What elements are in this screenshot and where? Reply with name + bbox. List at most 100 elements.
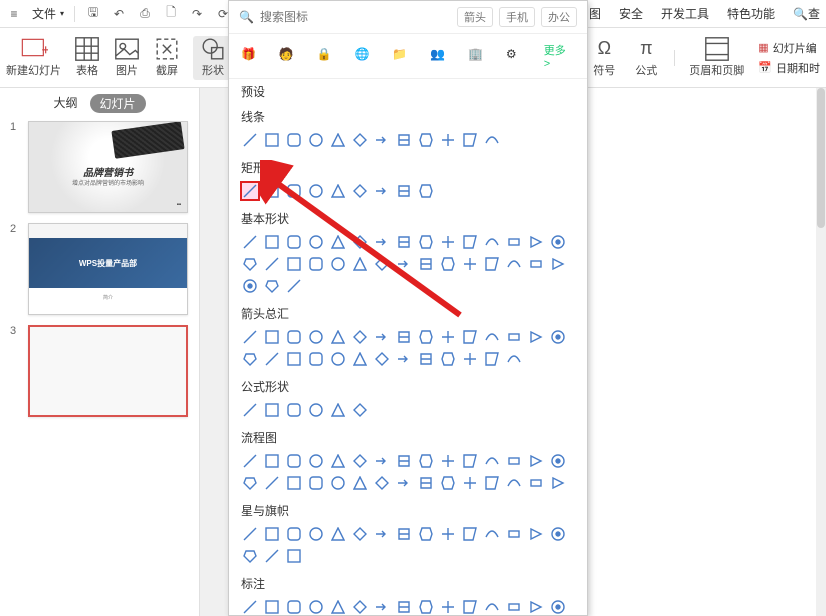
arrow-shape-26[interactable]	[483, 350, 501, 368]
flow-shape-12[interactable]	[505, 452, 523, 470]
basic-shape-32[interactable]	[285, 277, 303, 295]
line-shape-0[interactable]	[241, 131, 259, 149]
print-icon[interactable]: ⎙	[137, 6, 153, 22]
rect-shape-7[interactable]	[395, 182, 413, 200]
star-shape-4[interactable]	[329, 525, 347, 543]
flow-shape-28[interactable]	[527, 474, 545, 492]
arrow-shape-13[interactable]	[527, 328, 545, 346]
basic-shape-7[interactable]	[395, 233, 413, 251]
arrow-shape-9[interactable]	[439, 328, 457, 346]
undo-icon[interactable]: ↶	[111, 6, 127, 22]
arrow-shape-3[interactable]	[307, 328, 325, 346]
basic-shape-14[interactable]	[549, 233, 567, 251]
save-icon[interactable]: 🖫	[85, 6, 101, 22]
callout-shape-14[interactable]	[549, 598, 567, 616]
quick-icon-6[interactable]: 👥	[430, 47, 448, 65]
callout-shape-1[interactable]	[263, 598, 281, 616]
basic-shape-30[interactable]	[241, 277, 259, 295]
picture-button[interactable]: 图片	[113, 38, 141, 78]
slide-thumb-1[interactable]: 1 品牌营销书 增点对品牌营销的市场影响 ▪▪	[10, 121, 189, 213]
arrow-shape-12[interactable]	[505, 328, 523, 346]
rect-shape-3[interactable]	[307, 182, 325, 200]
flow-shape-2[interactable]	[285, 452, 303, 470]
flow-shape-17[interactable]	[285, 474, 303, 492]
line-shape-11[interactable]	[483, 131, 501, 149]
new-slide-button[interactable]: 新建幻灯片	[6, 38, 61, 78]
formula-shape-2[interactable]	[285, 401, 303, 419]
print-preview-icon[interactable]: 🗋	[163, 6, 179, 22]
shape-button[interactable]: 形状	[193, 36, 233, 80]
flow-shape-29[interactable]	[549, 474, 567, 492]
basic-shape-8[interactable]	[417, 233, 435, 251]
basic-shape-0[interactable]	[241, 233, 259, 251]
basic-shape-2[interactable]	[285, 233, 303, 251]
formula-shape-0[interactable]	[241, 401, 259, 419]
flow-shape-21[interactable]	[373, 474, 391, 492]
line-shape-3[interactable]	[307, 131, 325, 149]
basic-shape-10[interactable]	[461, 233, 479, 251]
quick-icon-1[interactable]: 🎁	[241, 47, 259, 65]
quick-icon-2[interactable]: 🧑	[279, 47, 297, 65]
arrow-shape-1[interactable]	[263, 328, 281, 346]
basic-shape-18[interactable]	[307, 255, 325, 273]
flow-shape-5[interactable]	[351, 452, 369, 470]
rect-shape-6[interactable]	[373, 182, 391, 200]
line-shape-7[interactable]	[395, 131, 413, 149]
flow-shape-19[interactable]	[329, 474, 347, 492]
header-footer-button[interactable]: 页眉和页脚	[689, 38, 744, 78]
rect-shape-5[interactable]	[351, 182, 369, 200]
redo-icon[interactable]: ↷	[189, 6, 205, 22]
tag-office[interactable]: 办公	[541, 7, 577, 27]
star-shape-0[interactable]	[241, 525, 259, 543]
line-shape-6[interactable]	[373, 131, 391, 149]
date-time-button[interactable]: 📅日期和时	[758, 60, 820, 76]
flow-shape-4[interactable]	[329, 452, 347, 470]
callout-shape-12[interactable]	[505, 598, 523, 616]
tab-devtools[interactable]: 开发工具	[661, 5, 709, 22]
flow-shape-14[interactable]	[549, 452, 567, 470]
basic-shape-13[interactable]	[527, 233, 545, 251]
basic-shape-20[interactable]	[351, 255, 369, 273]
tab-outline[interactable]: 大纲	[53, 94, 77, 113]
quick-icon-7[interactable]: 🏢	[468, 47, 486, 65]
tab-security[interactable]: 安全	[619, 5, 643, 22]
tag-phone[interactable]: 手机	[499, 7, 535, 27]
basic-shape-9[interactable]	[439, 233, 457, 251]
basic-shape-1[interactable]	[263, 233, 281, 251]
star-shape-15[interactable]	[241, 547, 259, 565]
screenshot-button[interactable]: 截屏	[153, 38, 181, 78]
flow-shape-25[interactable]	[461, 474, 479, 492]
slide-thumb-3[interactable]: 3	[10, 325, 189, 417]
arrow-shape-22[interactable]	[395, 350, 413, 368]
flow-shape-22[interactable]	[395, 474, 413, 492]
basic-shape-3[interactable]	[307, 233, 325, 251]
star-shape-14[interactable]	[549, 525, 567, 543]
basic-shape-24[interactable]	[439, 255, 457, 273]
shape-search-input[interactable]	[260, 10, 451, 24]
star-shape-8[interactable]	[417, 525, 435, 543]
basic-shape-4[interactable]	[329, 233, 347, 251]
callout-shape-0[interactable]	[241, 598, 259, 616]
rect-shape-4[interactable]	[329, 182, 347, 200]
search-button[interactable]: 🔍查	[793, 5, 820, 22]
star-shape-9[interactable]	[439, 525, 457, 543]
arrow-shape-0[interactable]	[241, 328, 259, 346]
more-icons-link[interactable]: 更多 >	[544, 42, 575, 70]
line-shape-2[interactable]	[285, 131, 303, 149]
basic-shape-6[interactable]	[373, 233, 391, 251]
quick-icon-4[interactable]: 🌐	[355, 47, 373, 65]
basic-shape-31[interactable]	[263, 277, 281, 295]
flow-shape-16[interactable]	[263, 474, 281, 492]
arrow-shape-18[interactable]	[307, 350, 325, 368]
rect-shape-2[interactable]	[285, 182, 303, 200]
basic-shape-28[interactable]	[527, 255, 545, 273]
arrow-shape-7[interactable]	[395, 328, 413, 346]
arrow-shape-25[interactable]	[461, 350, 479, 368]
star-shape-2[interactable]	[285, 525, 303, 543]
callout-shape-6[interactable]	[373, 598, 391, 616]
callout-shape-3[interactable]	[307, 598, 325, 616]
arrow-shape-23[interactable]	[417, 350, 435, 368]
star-shape-5[interactable]	[351, 525, 369, 543]
basic-shape-25[interactable]	[461, 255, 479, 273]
scrollbar[interactable]	[816, 88, 826, 616]
